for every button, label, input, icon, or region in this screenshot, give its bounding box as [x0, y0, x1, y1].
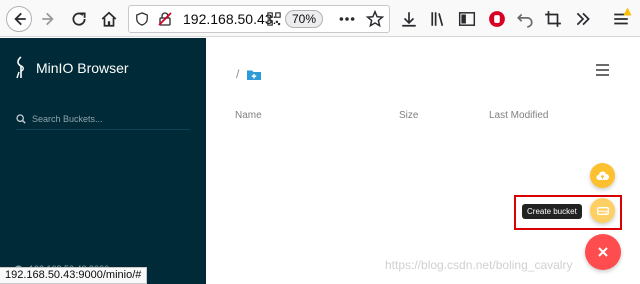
reload-icon: [72, 12, 86, 26]
download-icon: [402, 12, 416, 27]
library-button[interactable]: [426, 6, 452, 32]
app-menu-button[interactable]: [608, 6, 634, 32]
home-icon: [101, 11, 117, 27]
create-bucket-tooltip: Create bucket: [522, 204, 582, 219]
zoom-level-badge[interactable]: 70%: [285, 10, 324, 28]
sidebar-icon: [458, 12, 476, 26]
undo-arrow-icon: [517, 13, 533, 28]
search-buckets-input[interactable]: [32, 113, 182, 124]
crop-button[interactable]: [540, 6, 566, 32]
undo-button[interactable]: [512, 6, 538, 32]
close-actions-button[interactable]: [585, 234, 621, 270]
home-button[interactable]: [96, 6, 122, 32]
watermark: https://blog.csdn.net/boling_cavalry: [385, 258, 573, 272]
stop-hand-icon: [489, 11, 505, 27]
star-icon: [366, 10, 384, 28]
insecure-lock-icon: [158, 12, 172, 26]
warning-icon: [623, 7, 632, 16]
column-header-last-modified[interactable]: Last Modified: [489, 110, 548, 121]
sidebar: MinIO Browser 192.168.50.43:9000: [0, 38, 206, 284]
close-icon: [598, 247, 608, 257]
breadcrumb: /: [236, 67, 262, 81]
overflow-button[interactable]: [570, 6, 596, 32]
bucket-search: [16, 108, 190, 130]
arrow-left-icon: [14, 12, 26, 26]
arrow-right-icon: [42, 12, 54, 26]
downloads-button[interactable]: [396, 6, 422, 32]
bookmark-button[interactable]: [362, 6, 388, 32]
cloud-upload-icon: [596, 171, 609, 180]
page-actions-button[interactable]: [334, 6, 360, 32]
crop-icon: [545, 11, 561, 27]
content-header: /: [206, 38, 640, 100]
search-icon: [16, 113, 26, 124]
breadcrumb-separator: /: [236, 67, 240, 81]
back-button[interactable]: [6, 6, 32, 32]
add-folder-icon[interactable]: [247, 69, 262, 80]
brand-title: MinIO Browser: [36, 60, 129, 76]
url-text: 192.168.50.43:9000: [183, 11, 277, 27]
shield-icon: [136, 12, 148, 26]
upload-file-button[interactable]: [590, 163, 615, 188]
qr-code-icon[interactable]: [267, 12, 281, 26]
forward-button[interactable]: [36, 6, 62, 32]
brand: MinIO Browser: [14, 56, 129, 80]
link-status-bar: 192.168.50.43:9000/minio/#: [0, 267, 148, 284]
menu-button[interactable]: [596, 64, 610, 76]
reload-button[interactable]: [66, 6, 92, 32]
column-header-name[interactable]: Name: [235, 110, 262, 121]
column-header-size[interactable]: Size: [399, 110, 418, 121]
create-bucket-button[interactable]: [590, 198, 615, 223]
sidebar-toggle-button[interactable]: [454, 6, 480, 32]
browser-toolbar: 192.168.50.43:9000 70%: [0, 0, 640, 37]
minio-logo-icon: [16, 56, 24, 79]
stop-extension-button[interactable]: [484, 6, 510, 32]
library-icon: [431, 12, 444, 26]
more-horizontal-icon: [339, 17, 355, 21]
hard-drive-icon: [596, 206, 609, 215]
chevron-double-right-icon: [576, 12, 590, 26]
